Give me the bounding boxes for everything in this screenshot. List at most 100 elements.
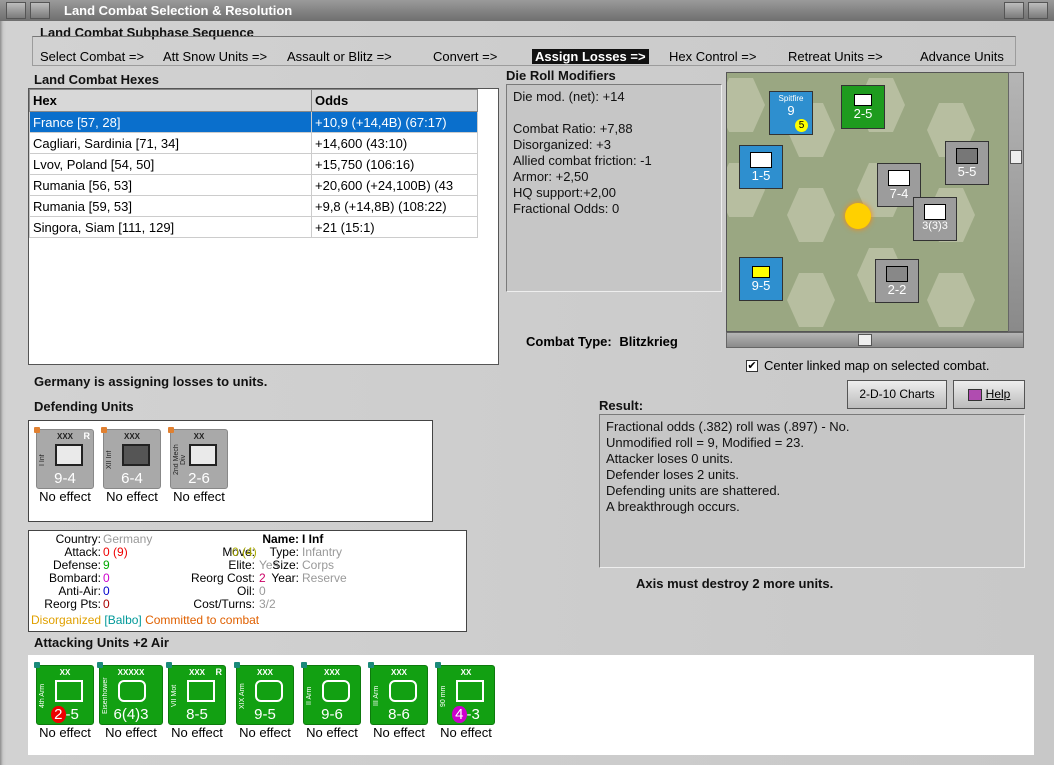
counter-value: 5 <box>795 119 808 132</box>
hexes-heading: Land Combat Hexes <box>34 72 159 87</box>
detail-status: Disorganized [Balbo] Committed to combat <box>31 614 259 627</box>
unit-details-panel: Country: Germany Attack: 0 (9) Defense: … <box>28 530 467 632</box>
combat-type-label: Combat Type: <box>526 334 612 349</box>
unit-effect: No effect <box>440 725 492 740</box>
map-counter[interactable]: 2-2 <box>875 259 919 303</box>
modifier-line: HQ support:+2,00 <box>513 185 616 200</box>
attacking-unit[interactable]: XX 4th Arm 2 -5 <box>34 662 94 725</box>
artillery-icon <box>456 680 484 702</box>
table-row[interactable]: Singora, Siam [111, 129] +21 (15:1) <box>29 216 478 238</box>
map-counter[interactable]: 5-5 <box>945 141 989 185</box>
detail-cost: 3/2 <box>259 597 276 611</box>
cell-odds: +20,600 (+24,100B) (43 <box>311 174 478 196</box>
attacking-unit[interactable]: XXX XIX Arm 9-5 <box>234 662 294 725</box>
cell-hex: Rumania [56, 53] <box>29 174 312 196</box>
maximize-icon[interactable] <box>1004 2 1024 19</box>
unit-effect: No effect <box>105 725 157 740</box>
minimize-icon[interactable] <box>30 2 50 19</box>
defending-unit[interactable]: XXX R I Inf 9-4 <box>34 427 94 489</box>
status-disorganized: Disorganized <box>31 613 102 627</box>
attacking-unit[interactable]: XX 90 mm 4 -3 <box>435 662 495 725</box>
modifier-line: Armor: +2,50 <box>513 169 589 184</box>
result-line: Defending units are shattered. <box>606 483 781 498</box>
col-header-odds[interactable]: Odds <box>311 89 478 112</box>
mech-icon <box>886 266 908 282</box>
map-hex <box>787 188 835 242</box>
table-row[interactable]: Rumania [59, 53] +9,8 (+14,8B) (108:22) <box>29 195 478 217</box>
seq-step-assault: Assault or Blitz => <box>287 49 392 64</box>
counter-strength: 2-2 <box>887 282 907 297</box>
seq-step-advance: Advance Units <box>920 49 1004 64</box>
counter-strength: 2-5 <box>853 106 873 121</box>
col-header-hex[interactable]: Hex <box>29 89 312 112</box>
close-icon[interactable] <box>1028 2 1048 19</box>
seq-step-assign-losses: Assign Losses => <box>532 49 649 64</box>
help-button-label: Help <box>985 387 1011 401</box>
linked-map[interactable]: Spitfire 9 5 2-5 7-4 5-5 1-5 9-5 2-2 3(3)3 <box>726 72 1024 332</box>
unit-effect: No effect <box>39 725 91 740</box>
unit-strength: 9-6 <box>321 706 343 723</box>
map-vscroll-thumb[interactable] <box>1010 150 1022 164</box>
table-row[interactable]: Lvov, Poland [54, 50] +15,750 (106:16) <box>29 153 478 175</box>
unit-strength: 6-4 <box>121 470 143 487</box>
counter-strength: 9-5 <box>751 278 771 293</box>
cell-hex: France [57, 28] <box>29 111 312 133</box>
unit-strength: 2 -5 <box>37 706 93 723</box>
modifier-line: Disorganized: +3 <box>513 137 611 152</box>
attacking-unit[interactable]: XXXXX Eisenhower 6(4)3 <box>97 662 163 725</box>
charts-button[interactable]: 2-D-10 Charts <box>847 380 947 409</box>
map-hscrollbar[interactable] <box>726 332 1024 348</box>
table-row[interactable]: France [57, 28] +10,9 (+14,4B) (67:17) <box>29 111 478 133</box>
map-hscroll-thumb[interactable] <box>858 334 872 346</box>
map-counter[interactable]: 1-5 <box>739 145 783 189</box>
modifiers-panel: Die mod. (net): +14 Combat Ratio: +7,88 … <box>506 84 722 292</box>
cell-odds: +15,750 (106:16) <box>311 153 478 175</box>
help-button[interactable]: Help <box>953 380 1025 409</box>
detail-year: Reserve <box>302 571 347 585</box>
attacking-heading: Attacking Units +2 Air <box>34 635 169 650</box>
map-counter[interactable]: 3(3)3 <box>913 197 957 241</box>
defending-heading: Defending Units <box>34 399 134 414</box>
detail-year-label: Year: <box>271 571 299 585</box>
map-counter[interactable]: 9-5 <box>739 257 783 301</box>
unit-strength: 6(4)3 <box>113 706 149 723</box>
detail-reorgpts: 0 <box>103 597 110 611</box>
result-line: Attacker loses 0 units. <box>606 451 734 466</box>
hq-icon <box>118 680 146 702</box>
detail-cost-label: Cost/Turns: <box>193 597 255 611</box>
map-counter[interactable]: Spitfire 9 5 <box>769 91 813 135</box>
result-panel: Fractional odds (.382) roll was (.897) -… <box>599 414 1025 568</box>
cell-odds: +9,8 (+14,8B) (108:22) <box>311 195 478 217</box>
defending-unit[interactable]: XXX XII Inf 6-4 <box>101 427 161 489</box>
armor-icon <box>122 444 150 466</box>
unit-reserve: R <box>215 667 223 677</box>
map-counter[interactable]: 2-5 <box>841 85 885 129</box>
hexes-table: Hex Odds France [57, 28] +10,9 (+14,4B) (… <box>29 89 478 238</box>
combat-type-value: Blitzkrieg <box>619 334 678 349</box>
system-menu-icon[interactable] <box>6 2 26 19</box>
center-map-checkbox[interactable]: ✔ <box>746 360 758 372</box>
result-line: Fractional odds (.382) roll was (.897) -… <box>606 419 850 434</box>
unit-effect: No effect <box>39 489 91 504</box>
cell-hex: Lvov, Poland [54, 50] <box>29 153 312 175</box>
result-heading: Result: <box>599 398 644 413</box>
unit-effect: No effect <box>373 725 425 740</box>
table-row[interactable]: Cagliari, Sardinia [71, 34] +14,600 (43:1… <box>29 132 478 154</box>
mech-infantry-icon <box>189 444 217 466</box>
armor-icon <box>322 680 350 702</box>
map-hex <box>727 78 765 132</box>
center-map-label: Center linked map on selected combat. <box>764 358 990 373</box>
attacking-unit[interactable]: XXX II Arm 9-6 <box>301 662 361 725</box>
result-line: Unmodified roll = 9, Modified = 23. <box>606 435 804 450</box>
modifier-line: Fractional Odds: 0 <box>513 201 620 216</box>
seq-step-retreat: Retreat Units => <box>788 49 883 64</box>
counter-strength: 1-5 <box>751 168 771 183</box>
cell-hex: Cagliari, Sardinia [71, 34] <box>29 132 312 154</box>
counter-strength: 9 <box>787 103 795 118</box>
defending-unit[interactable]: XX 2nd Mech Div 2-6 <box>168 427 228 489</box>
attacking-unit[interactable]: XXX R VII Mot 8-5 <box>166 662 226 725</box>
table-row[interactable]: Rumania [56, 53] +20,600 (+24,100B) (43 <box>29 174 478 196</box>
counter-type: Spitfire <box>778 94 804 103</box>
map-vscrollbar[interactable] <box>1008 72 1024 332</box>
attacking-unit[interactable]: XXX III Arm 8-6 <box>368 662 428 725</box>
